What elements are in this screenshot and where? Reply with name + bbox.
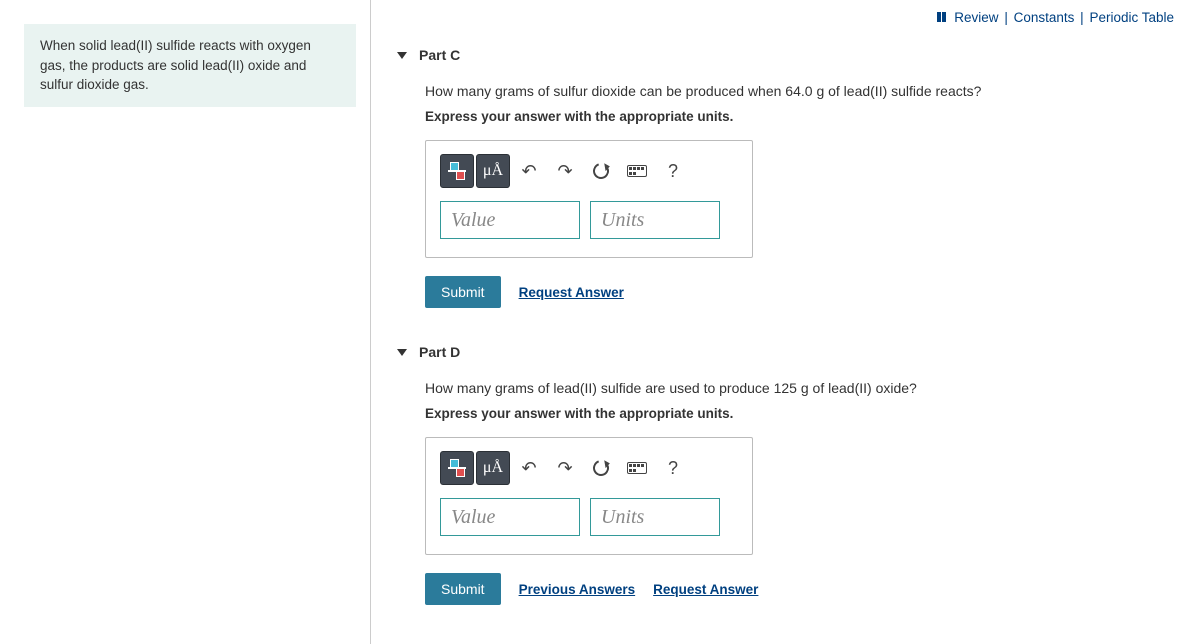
part-c-header[interactable]: Part C: [397, 39, 1174, 71]
chevron-down-icon: [397, 52, 407, 59]
part-d-block: Part D How many grams of lead(II) sulfid…: [397, 336, 1174, 605]
problem-statement: When solid lead(II) sulfide reacts with …: [24, 24, 356, 107]
chevron-down-icon: [397, 349, 407, 356]
part-c-actions: Submit Request Answer: [425, 276, 1174, 308]
part-d-answer-box: μÅ ↶ ↷ ?: [425, 437, 753, 555]
reset-button[interactable]: [584, 451, 618, 485]
units-input[interactable]: [590, 498, 720, 536]
redo-button[interactable]: ↷: [548, 154, 582, 188]
part-d-content: How many grams of lead(II) sulfide are u…: [397, 368, 1174, 605]
reset-icon: [590, 160, 611, 181]
undo-icon: ↶: [521, 458, 536, 479]
help-icon: ?: [668, 161, 678, 182]
redo-button[interactable]: ↷: [548, 451, 582, 485]
separator: |: [1080, 10, 1084, 25]
part-d-actions: Submit Previous Answers Request Answer: [425, 573, 1174, 605]
part-c-answer-box: μÅ ↶ ↷ ?: [425, 140, 753, 258]
part-d-title: Part D: [419, 344, 460, 360]
fraction-button[interactable]: [440, 154, 474, 188]
constants-link[interactable]: Constants: [1014, 10, 1075, 25]
value-input[interactable]: [440, 498, 580, 536]
keyboard-button[interactable]: [620, 451, 654, 485]
part-c-toolbar: μÅ ↶ ↷ ?: [440, 153, 738, 189]
value-input[interactable]: [440, 201, 580, 239]
symbols-button[interactable]: μÅ: [476, 451, 510, 485]
redo-icon: ↷: [557, 458, 572, 479]
request-answer-link[interactable]: Request Answer: [519, 285, 624, 300]
sidebar: When solid lead(II) sulfide reacts with …: [0, 0, 370, 644]
previous-answers-link[interactable]: Previous Answers: [519, 582, 636, 597]
mu-a-icon: μÅ: [483, 162, 503, 180]
part-d-question: How many grams of lead(II) sulfide are u…: [425, 380, 1174, 396]
keyboard-button[interactable]: [620, 154, 654, 188]
mu-a-icon: μÅ: [483, 459, 503, 477]
fraction-button[interactable]: [440, 451, 474, 485]
top-links: Review | Constants | Periodic Table: [397, 10, 1174, 25]
undo-button[interactable]: ↶: [512, 451, 546, 485]
part-d-toolbar: μÅ ↶ ↷ ?: [440, 450, 738, 486]
submit-button[interactable]: Submit: [425, 573, 501, 605]
request-answer-link[interactable]: Request Answer: [653, 582, 758, 597]
part-d-header[interactable]: Part D: [397, 336, 1174, 368]
undo-button[interactable]: ↶: [512, 154, 546, 188]
pause-icon: [936, 10, 947, 25]
part-c-content: How many grams of sulfur dioxide can be …: [397, 71, 1174, 308]
main-content: Review | Constants | Periodic Table Part…: [370, 0, 1200, 644]
symbols-button[interactable]: μÅ: [476, 154, 510, 188]
part-c-title: Part C: [419, 47, 460, 63]
redo-icon: ↷: [557, 161, 572, 182]
part-c-block: Part C How many grams of sulfur dioxide …: [397, 39, 1174, 308]
reset-button[interactable]: [584, 154, 618, 188]
part-c-instruction: Express your answer with the appropriate…: [425, 109, 1174, 124]
help-icon: ?: [668, 458, 678, 479]
fraction-icon: [448, 458, 466, 478]
keyboard-icon: [627, 462, 647, 474]
undo-icon: ↶: [521, 161, 536, 182]
help-button[interactable]: ?: [656, 451, 690, 485]
review-link[interactable]: Review: [954, 10, 998, 25]
submit-button[interactable]: Submit: [425, 276, 501, 308]
part-c-input-row: [440, 201, 738, 239]
periodic-table-link[interactable]: Periodic Table: [1089, 10, 1174, 25]
fraction-icon: [448, 161, 466, 181]
part-d-input-row: [440, 498, 738, 536]
part-d-instruction: Express your answer with the appropriate…: [425, 406, 1174, 421]
keyboard-icon: [627, 165, 647, 177]
part-c-question: How many grams of sulfur dioxide can be …: [425, 83, 1174, 99]
help-button[interactable]: ?: [656, 154, 690, 188]
units-input[interactable]: [590, 201, 720, 239]
separator: |: [1004, 10, 1008, 25]
reset-icon: [590, 457, 611, 478]
